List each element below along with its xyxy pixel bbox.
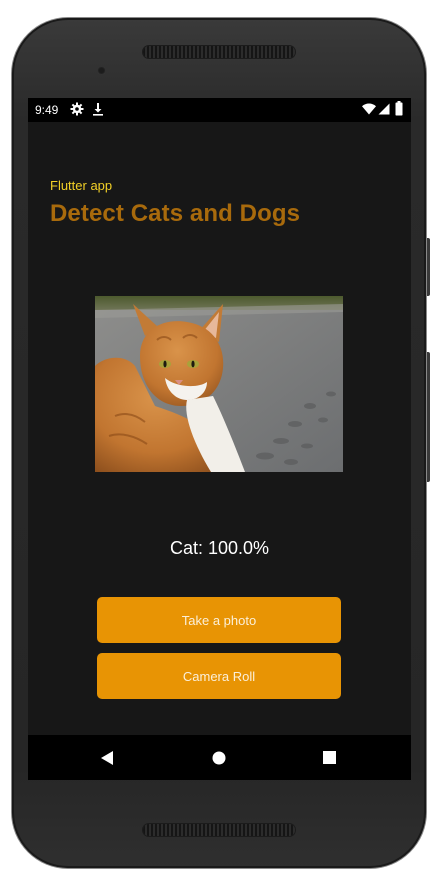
signal-icon [378,103,390,118]
app-screen: 9:49 Flutter app Detect Cats and Dogs Ca… [28,98,411,780]
home-icon[interactable] [189,735,249,780]
volume-button[interactable] [426,352,430,482]
navigation-bar [28,735,411,780]
power-button[interactable] [426,238,430,296]
camera-roll-button[interactable]: Camera Roll [97,653,341,699]
download-icon [92,102,104,119]
page-title: Detect Cats and Dogs [50,200,301,227]
status-bar: 9:49 [28,98,411,122]
back-icon[interactable] [77,735,137,780]
recents-icon[interactable] [299,735,359,780]
wifi-icon [362,103,376,118]
prediction-result: Cat: 100.0% [169,538,270,558]
top-speaker [143,46,295,58]
bottom-speaker [143,824,295,836]
settings-icon [70,102,84,119]
take-photo-button[interactable]: Take a photo [97,597,341,643]
status-time: 9:49 [35,103,59,117]
front-camera [97,66,106,75]
cat-photo [95,296,343,472]
battery-icon [395,101,403,119]
app-subtitle: Flutter app [50,178,113,193]
